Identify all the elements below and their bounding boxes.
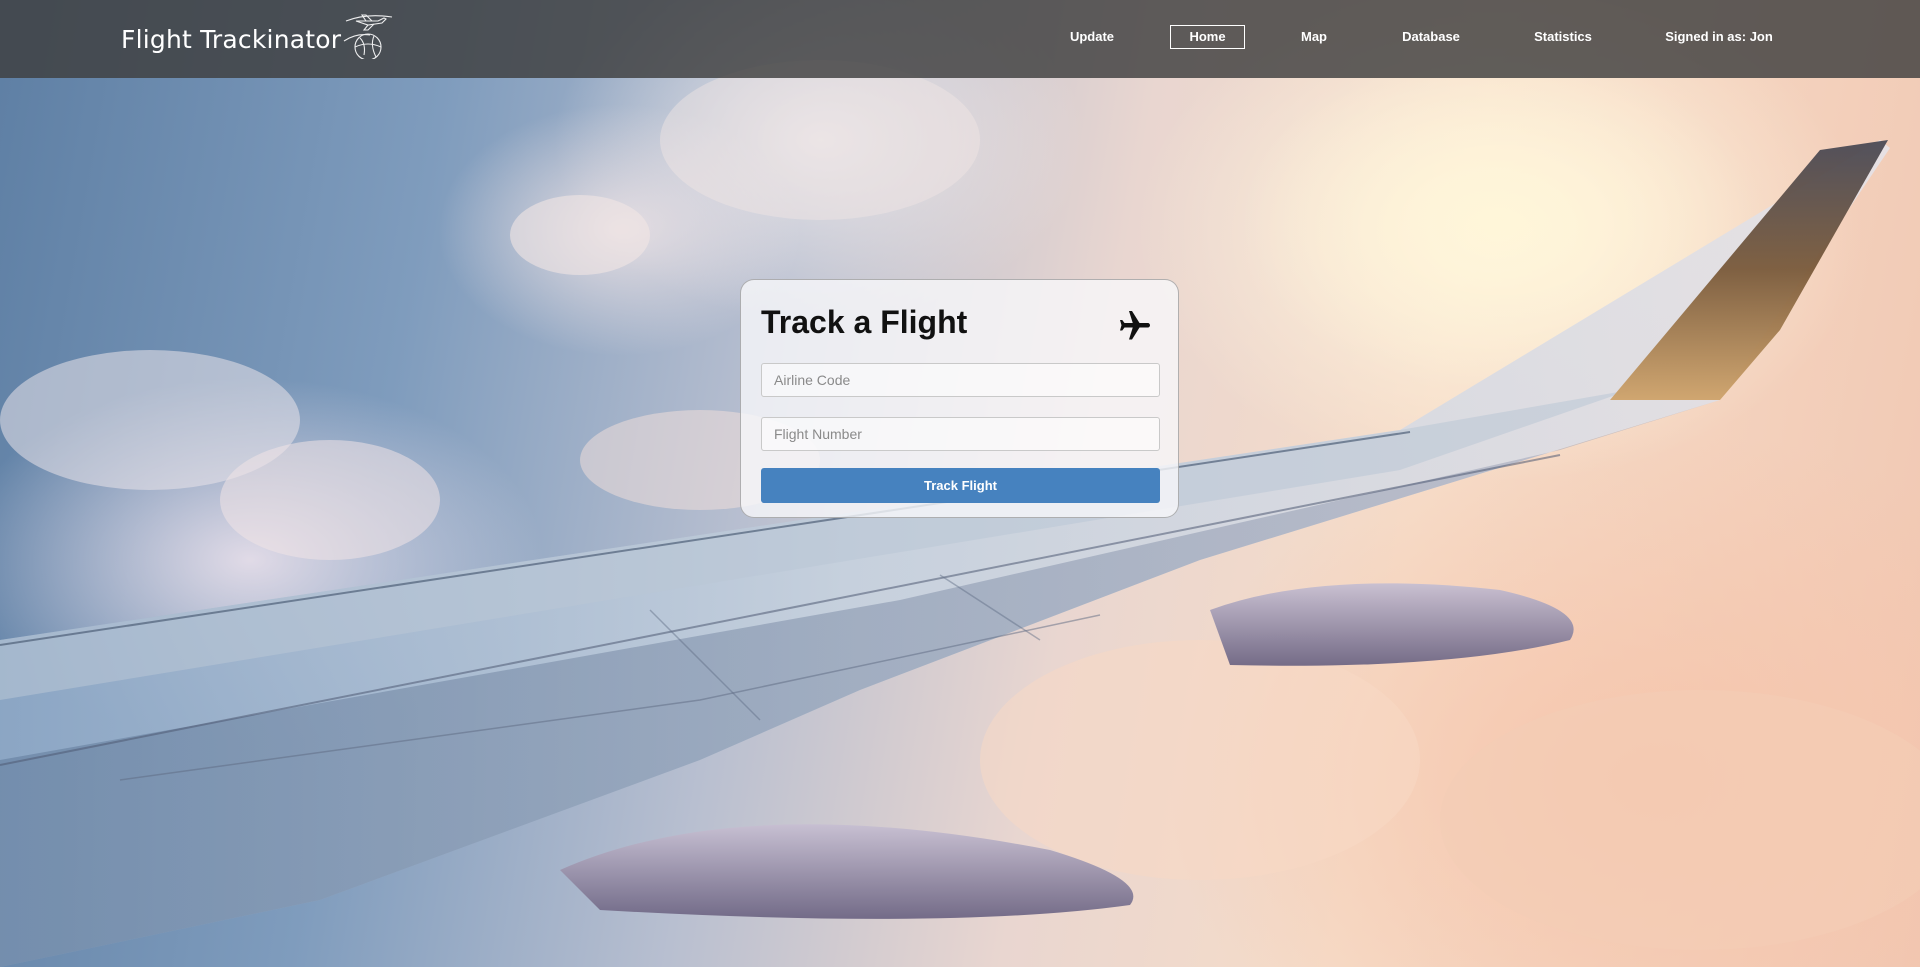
nav-home[interactable]: Home — [1170, 25, 1245, 49]
airplane-icon — [1120, 311, 1150, 340]
nav-update[interactable]: Update — [1060, 25, 1124, 49]
nav-map[interactable]: Map — [1290, 25, 1338, 49]
card-title: Track a Flight — [761, 304, 968, 340]
page: Flight Trackinator Update Home Map Datab… — [0, 0, 1920, 967]
top-nav-bar: Flight Trackinator Update Home Map Datab… — [0, 0, 1920, 78]
track-flight-button[interactable]: Track Flight — [761, 468, 1160, 503]
nav-statistics[interactable]: Statistics — [1527, 25, 1599, 49]
signed-in-user[interactable]: Signed in as: Jon — [1660, 25, 1778, 49]
flight-number-input[interactable] — [761, 417, 1160, 451]
airline-code-input[interactable] — [761, 363, 1160, 397]
plane-over-globe-icon[interactable] — [340, 7, 400, 59]
track-flight-card: Track a Flight Track Flight — [740, 279, 1179, 518]
brand-title[interactable]: Flight Trackinator — [121, 25, 341, 54]
nav-database[interactable]: Database — [1395, 25, 1467, 49]
